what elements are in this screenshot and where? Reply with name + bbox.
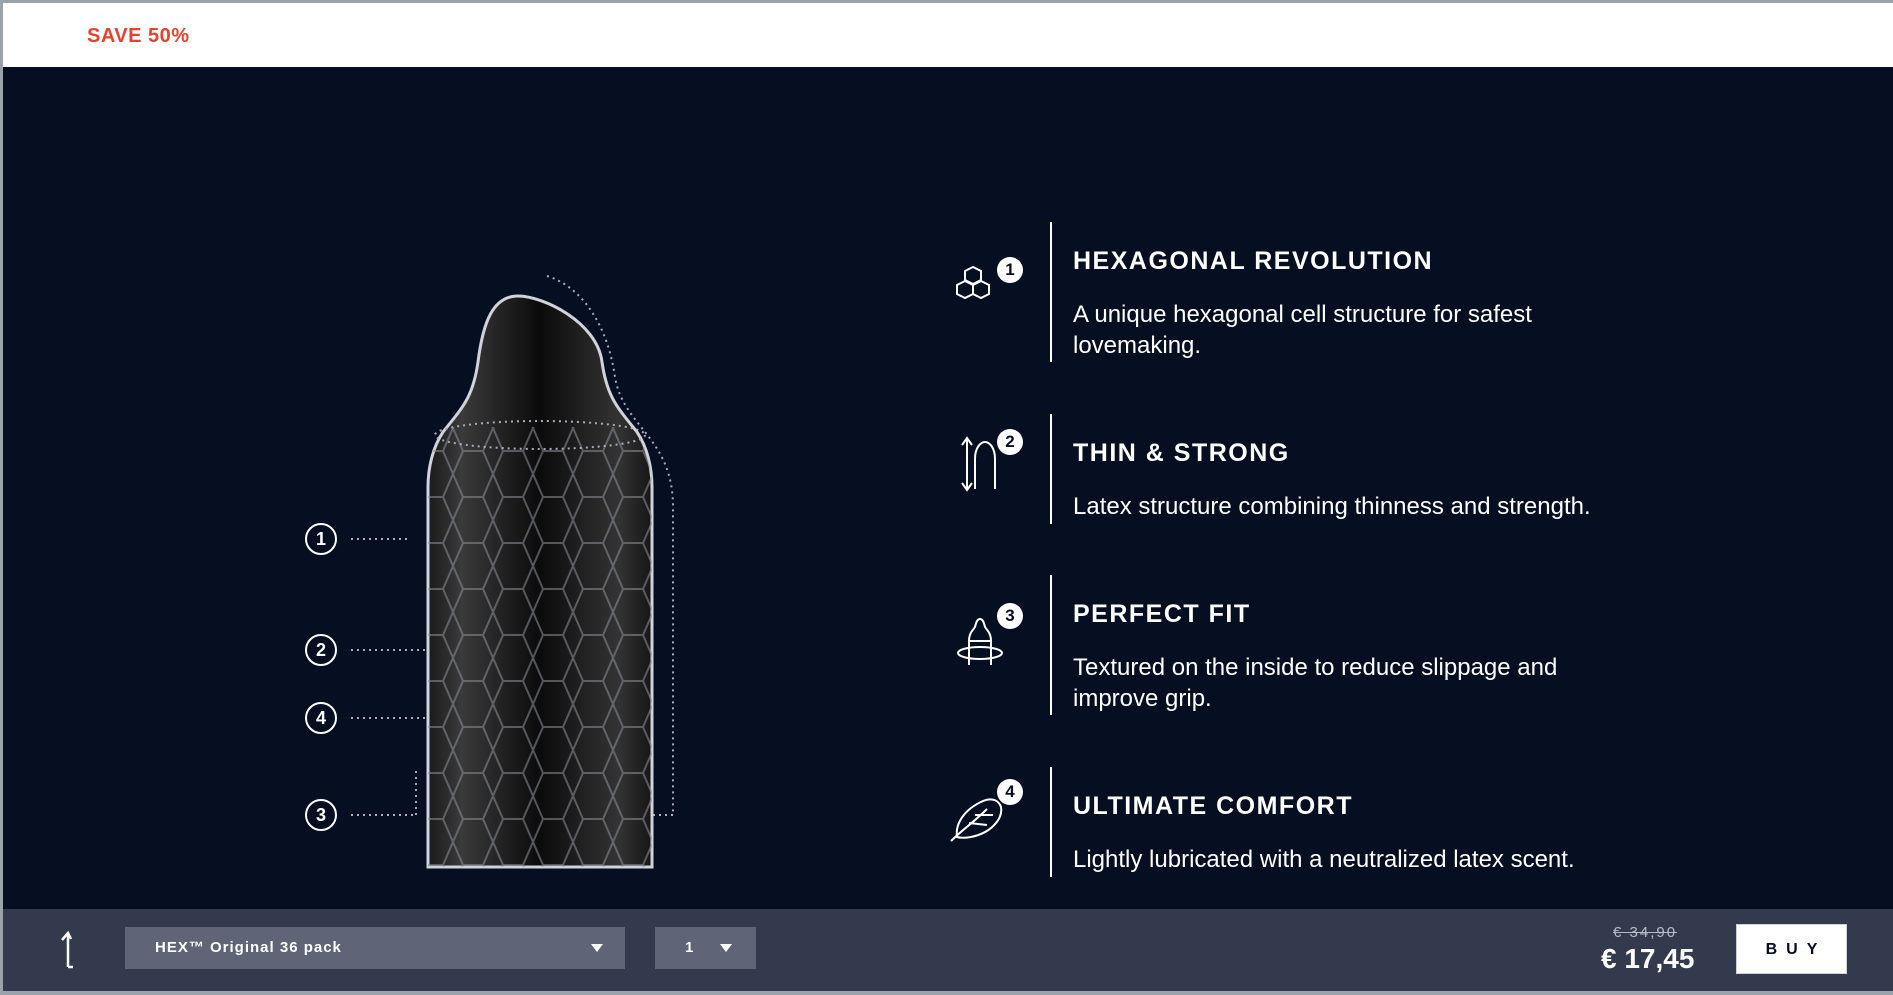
feature-number-badge: 2	[997, 429, 1023, 455]
variant-select-value: HEX™ Original 36 pack	[155, 939, 342, 956]
chevron-down-icon	[591, 944, 603, 952]
feature-divider	[1050, 767, 1052, 877]
feature-description: Textured on the inside to reduce slippag…	[1073, 654, 1558, 712]
feature-divider	[1050, 575, 1052, 715]
feature-title: PERFECT FIT	[1073, 600, 1251, 628]
feature-description: Lightly lubricated with a neutralized la…	[1073, 846, 1575, 873]
purchase-bar: HEX™ Original 36 pack 1 € 34,90 € 17,45 …	[3, 909, 1893, 991]
current-price: € 17,45	[1601, 943, 1695, 974]
arrow-up-icon[interactable]	[53, 927, 83, 971]
save-badge: SAVE 50%	[87, 25, 190, 47]
quantity-select-value: 1	[685, 939, 694, 956]
feature-hexagonal-revolution: 1 HEXAGONAL REVOLUTION A unique hexagona…	[943, 222, 1743, 362]
feature-number-badge: 3	[997, 603, 1023, 629]
callout-4: 4	[305, 702, 337, 734]
feature-number-badge: 4	[997, 779, 1023, 805]
feature-title: THIN & STRONG	[1073, 439, 1290, 467]
product-illustration: 1 2 4 3	[293, 267, 743, 907]
feature-thin-strong: 2 THIN & STRONG Latex structure combinin…	[943, 414, 1743, 524]
feature-number-badge: 1	[997, 257, 1023, 283]
callout-3: 3	[305, 799, 337, 831]
feature-title: HEXAGONAL REVOLUTION	[1073, 247, 1434, 275]
feature-divider	[1050, 414, 1052, 524]
top-banner: SAVE 50%	[3, 3, 1893, 67]
old-price: € 34,90	[1613, 924, 1678, 941]
hero-section: 1 2 4 3 1 HEXAGONAL REVOLUTION A unique …	[3, 67, 1893, 909]
buy-button[interactable]: BUY	[1736, 924, 1847, 974]
callout-1: 1	[305, 523, 337, 555]
variant-select[interactable]: HEX™ Original 36 pack	[125, 927, 625, 969]
callout-2: 2	[305, 634, 337, 666]
feature-title: ULTIMATE COMFORT	[1073, 792, 1353, 820]
feature-description: A unique hexagonal cell structure for sa…	[1073, 301, 1532, 359]
feature-divider	[1050, 222, 1052, 362]
chevron-down-icon	[720, 944, 732, 952]
feature-description: Latex structure combining thinness and s…	[1073, 493, 1591, 520]
condom-illustration	[351, 275, 674, 869]
quantity-select[interactable]: 1	[655, 927, 756, 969]
feature-ultimate-comfort: 4 ULTIMATE COMFORT Lightly lubricated wi…	[943, 767, 1743, 877]
feature-perfect-fit: 3 PERFECT FIT Textured on the inside to …	[943, 575, 1743, 715]
